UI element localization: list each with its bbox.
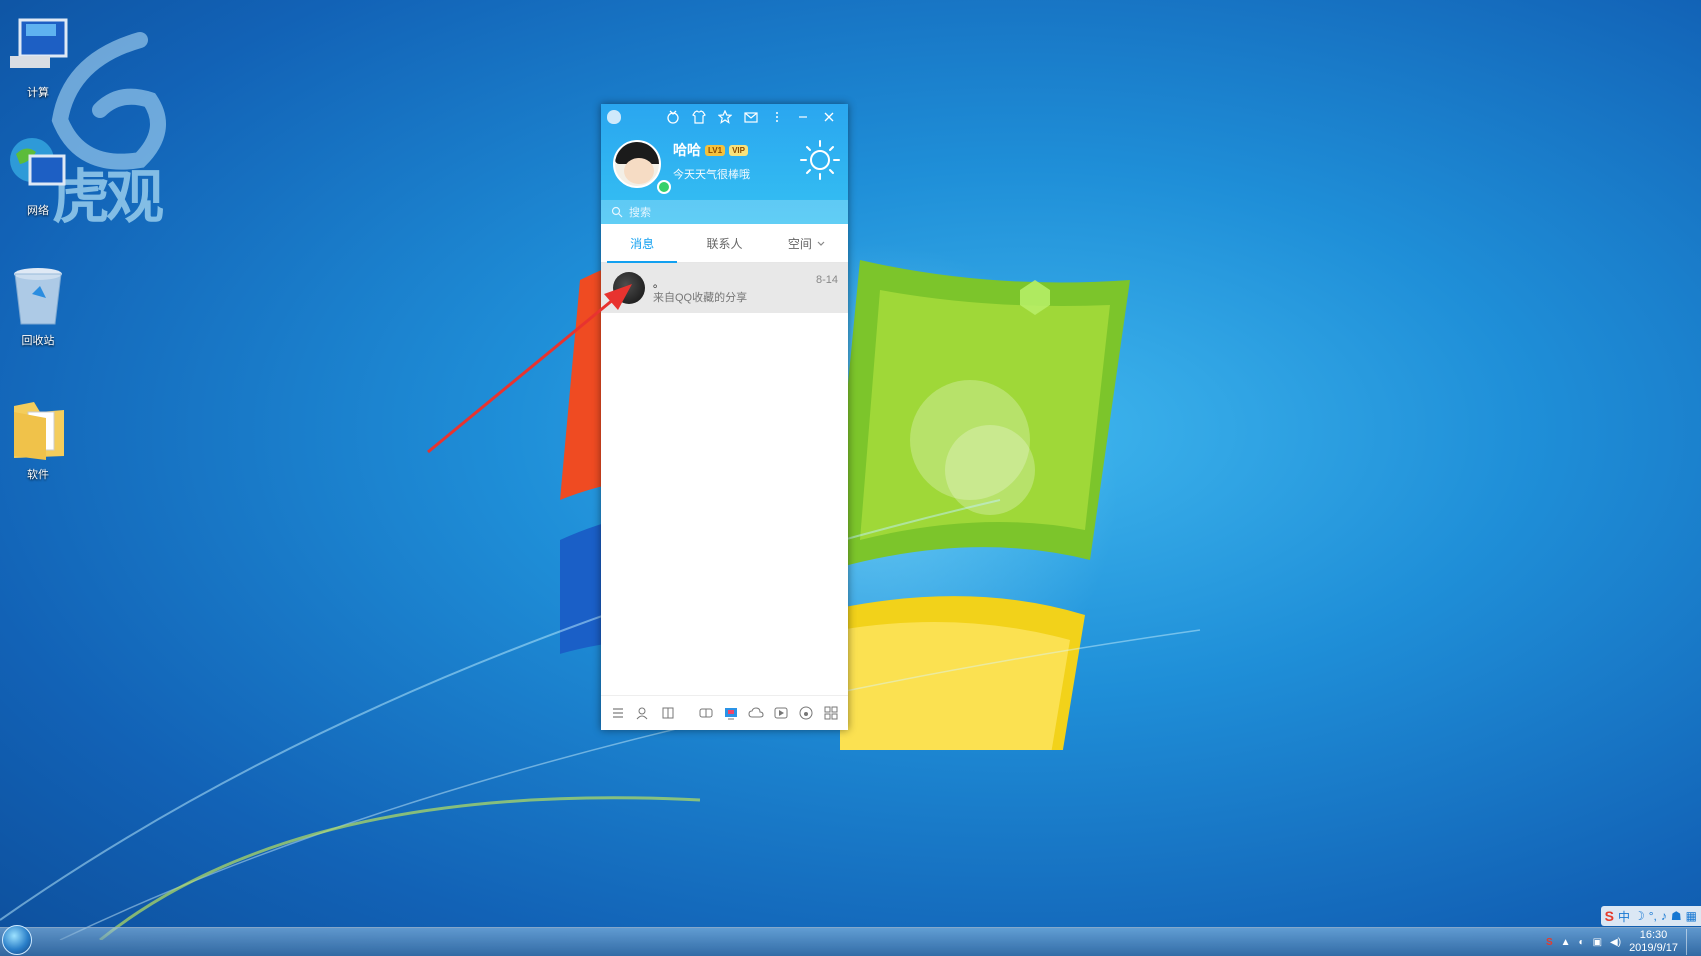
wallpaper-streaks (0, 499, 1201, 940)
file-assistant-icon[interactable] (657, 702, 679, 724)
conversation-preview: 来自QQ收藏的分享 (653, 292, 748, 304)
moon-icon[interactable]: ☽ (1634, 909, 1645, 923)
game-icon[interactable] (695, 702, 717, 724)
nickname[interactable]: 哈哈 (673, 140, 701, 160)
desktop-icon-label: 回收站 (21, 335, 55, 347)
qq-tray-icon[interactable]: ◐ (1579, 937, 1585, 948)
video-play-icon[interactable] (770, 702, 792, 724)
level-badge[interactable]: LV1 (705, 144, 726, 156)
clock-time: 16:30 (1639, 929, 1668, 941)
skin-shirt-icon[interactable] (686, 106, 712, 128)
qq-header: 哈哈 LV1 VIP 今天天气很棒哦 搜索 (601, 104, 848, 224)
network-globe-icon (6, 134, 70, 198)
desktop-icon-label: 软件 (27, 469, 49, 481)
tab-label: 空间 (787, 236, 812, 251)
conversation-body: 。 来自QQ收藏的分享 (653, 275, 747, 305)
online-status-icon[interactable] (657, 180, 671, 194)
volume-icon[interactable]: ◀) (1610, 937, 1621, 948)
medal-icon[interactable] (660, 106, 686, 128)
start-button[interactable] (2, 925, 32, 955)
qq-titlebar (601, 104, 848, 130)
desktop-icon-network[interactable]: 网络 (0, 134, 80, 218)
tab-contacts[interactable]: 联系人 (683, 224, 765, 262)
qq-penguin-icon (607, 110, 621, 124)
computer-icon (6, 16, 70, 80)
mail-icon[interactable] (738, 106, 764, 128)
minimize-icon[interactable] (790, 106, 816, 128)
punctuation-icon[interactable]: °, (1649, 909, 1657, 923)
search-placeholder: 搜索 (629, 207, 651, 219)
close-icon[interactable] (816, 106, 842, 128)
conversation-time: 8-14 (815, 274, 838, 286)
tab-messages[interactable]: 消息 (601, 224, 683, 263)
tencent-video-icon[interactable] (720, 702, 742, 724)
avatar[interactable] (613, 140, 661, 188)
desktop: { "desktop": { "icons": [ {"label": "计算"… (0, 0, 1701, 956)
microphone-icon[interactable]: ♪ (1661, 909, 1667, 923)
main-menu-icon[interactable] (607, 702, 629, 724)
toolbox-icon[interactable]: ▦ (1686, 909, 1697, 923)
ime-mode-label[interactable]: 中 (1618, 908, 1630, 925)
show-desktop-button[interactable] (1686, 929, 1697, 955)
tab-label: 消息 (630, 236, 655, 251)
music-icon[interactable] (795, 702, 817, 724)
weiyun-cloud-icon[interactable] (745, 702, 767, 724)
network-tray-icon[interactable]: ▣ (1593, 937, 1602, 948)
system-tray: S ▲ ◐ ▣ ◀) 16:30 2019/9/17 (1546, 928, 1697, 956)
ime-toolbar: S 中 ☽ °, ♪ ☗ ▦ (1600, 906, 1701, 926)
app-manager-icon[interactable] (820, 702, 842, 724)
vip-badge[interactable]: VIP (729, 144, 748, 156)
tab-label: 联系人 (706, 236, 743, 251)
tab-qzone[interactable]: 空间 (766, 224, 848, 262)
desktop-icon-recycle-bin[interactable]: 回收站 (0, 264, 80, 348)
qq-profile: 哈哈 LV1 VIP 今天天气很棒哦 (613, 140, 750, 194)
desktop-icon-computer[interactable]: 计算 (0, 16, 80, 100)
profile-info: 哈哈 LV1 VIP 今天天气很棒哦 (673, 140, 750, 188)
nickname-row: 哈哈 LV1 VIP (673, 140, 750, 160)
conversation-title: 。 (653, 278, 664, 290)
search-bar[interactable]: 搜索 (601, 200, 848, 224)
search-icon (611, 206, 623, 218)
taskbar: S ▲ ◐ ▣ ◀) 16:30 2019/9/17 (0, 925, 1701, 956)
recycle-bin-icon (6, 264, 70, 328)
desktop-icon-label: 计算 (27, 87, 49, 99)
clock-date: 2019/9/17 (1629, 942, 1678, 954)
desktop-icon-folder[interactable]: 软件 (0, 398, 80, 482)
show-hidden-icons-icon[interactable]: ▲ (1561, 937, 1571, 948)
sogou-ime-icon[interactable]: S (1605, 908, 1614, 924)
add-friend-icon[interactable] (632, 702, 654, 724)
desktop-icon-label: 网络 (27, 205, 49, 217)
sogou-tray-icon[interactable]: S (1546, 937, 1553, 948)
weather-sun-icon[interactable] (798, 138, 842, 182)
skin-icon[interactable]: ☗ (1671, 909, 1682, 923)
signature[interactable]: 今天天气很棒哦 (673, 166, 750, 182)
more-menu-icon[interactable] (764, 106, 790, 128)
qq-bottom-toolbar (601, 695, 848, 730)
folder-icon (6, 398, 70, 462)
clock[interactable]: 16:30 2019/9/17 (1629, 929, 1678, 955)
vip-star-icon[interactable] (712, 106, 738, 128)
chevron-down-icon (817, 241, 825, 246)
qq-tabs: 消息 联系人 空间 (601, 224, 848, 263)
annotation-arrow (427, 284, 632, 454)
